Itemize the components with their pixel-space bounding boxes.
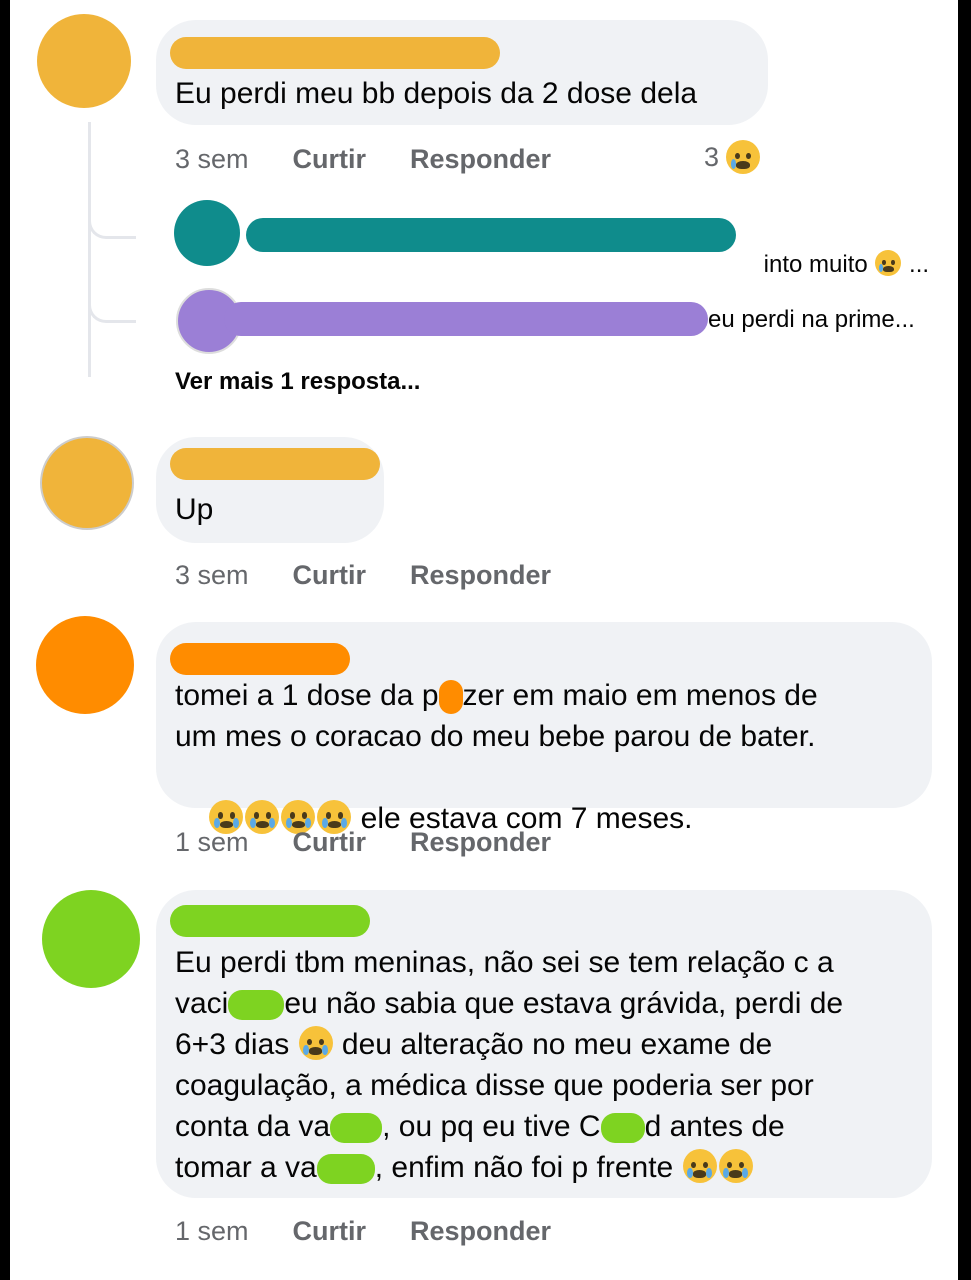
avatar[interactable] <box>37 14 131 108</box>
thread-branch <box>88 284 136 323</box>
redacted-name <box>170 37 500 69</box>
comment-text-line: vaci eu não sabia que estava grávida, per… <box>175 987 844 1021</box>
comment-text-line: um mes o coracao do meu bebe parou de ba… <box>175 720 816 753</box>
crying-emoji-icon <box>298 1026 333 1060</box>
reply-avatar[interactable] <box>174 200 240 266</box>
redacted-reply <box>246 218 736 252</box>
comment-actions: 3 sem Curtir Responder <box>175 144 551 175</box>
redacted-reply <box>224 302 708 336</box>
avatar[interactable] <box>36 616 134 714</box>
sad-emoji-icon <box>726 140 761 174</box>
comment-text-line: tomei a 1 dose da p zer em maio em menos … <box>175 676 818 717</box>
comment-text-line: conta da va, ou pq eu tive Cd antes de <box>175 1110 785 1144</box>
comments-page: Eu perdi meu bb depois da 2 dose dela 3 … <box>10 0 958 1280</box>
comment-time: 3 sem <box>175 560 249 590</box>
sad-emoji-icon <box>875 250 902 276</box>
redacted-name <box>170 643 350 675</box>
reply-preview[interactable]: eu perdi na prime... <box>708 306 915 334</box>
redacted-word <box>228 990 285 1021</box>
crying-emoji-icon <box>718 1149 753 1183</box>
crying-emoji-icon <box>682 1149 717 1183</box>
comment-text-line: Eu perdi tbm meninas, não sei se tem rel… <box>175 946 834 979</box>
like-button[interactable]: Curtir <box>293 827 367 858</box>
comment-text: Eu perdi meu bb depois da 2 dose dela <box>175 77 698 110</box>
comment-text-line: ele estava com 7 meses. <box>175 758 693 880</box>
like-button[interactable]: Curtir <box>293 560 367 591</box>
reply-preview[interactable]: into muito ... <box>737 222 929 307</box>
reply-button[interactable]: Responder <box>410 1216 551 1247</box>
reply-ellipsis: ... <box>902 251 930 278</box>
redacted-name <box>170 905 370 937</box>
reply-button[interactable]: Responder <box>410 827 551 858</box>
redacted-word <box>600 1113 645 1144</box>
comment-time: 3 sem <box>175 144 249 174</box>
comment-text: Up <box>175 493 214 526</box>
see-more-replies-link[interactable]: Ver mais 1 resposta... <box>175 368 420 396</box>
reply-button[interactable]: Responder <box>410 144 551 175</box>
reply-text: into muito <box>763 251 875 278</box>
comment-actions: 3 sem Curtir Responder <box>175 560 551 591</box>
like-button[interactable]: Curtir <box>293 1216 367 1247</box>
like-button[interactable]: Curtir <box>293 144 367 175</box>
comment-text-line: tomar a va, enfim não foi p frente <box>175 1148 754 1189</box>
redacted-word <box>330 1113 383 1144</box>
reaction-count[interactable]: 3 <box>704 140 761 174</box>
redacted-word <box>316 1154 375 1185</box>
comment-text-line: 6+3 dias deu alteração no meu exame de <box>175 1026 773 1061</box>
redacted-word <box>438 680 463 715</box>
thread-branch <box>88 200 136 239</box>
comment-text-line: coagulação, a médica disse que poderia s… <box>175 1069 814 1102</box>
redacted-name <box>170 448 380 480</box>
thread-line <box>88 122 91 377</box>
comment-time: 1 sem <box>175 827 249 857</box>
avatar[interactable] <box>40 436 134 530</box>
comment-actions: 1 sem Curtir Responder <box>175 1216 551 1247</box>
comment-time: 1 sem <box>175 1216 249 1246</box>
avatar[interactable] <box>42 890 140 988</box>
reply-button[interactable]: Responder <box>410 560 551 591</box>
comment-actions: 1 sem Curtir Responder <box>175 827 551 858</box>
reaction-count-number: 3 <box>704 141 720 172</box>
